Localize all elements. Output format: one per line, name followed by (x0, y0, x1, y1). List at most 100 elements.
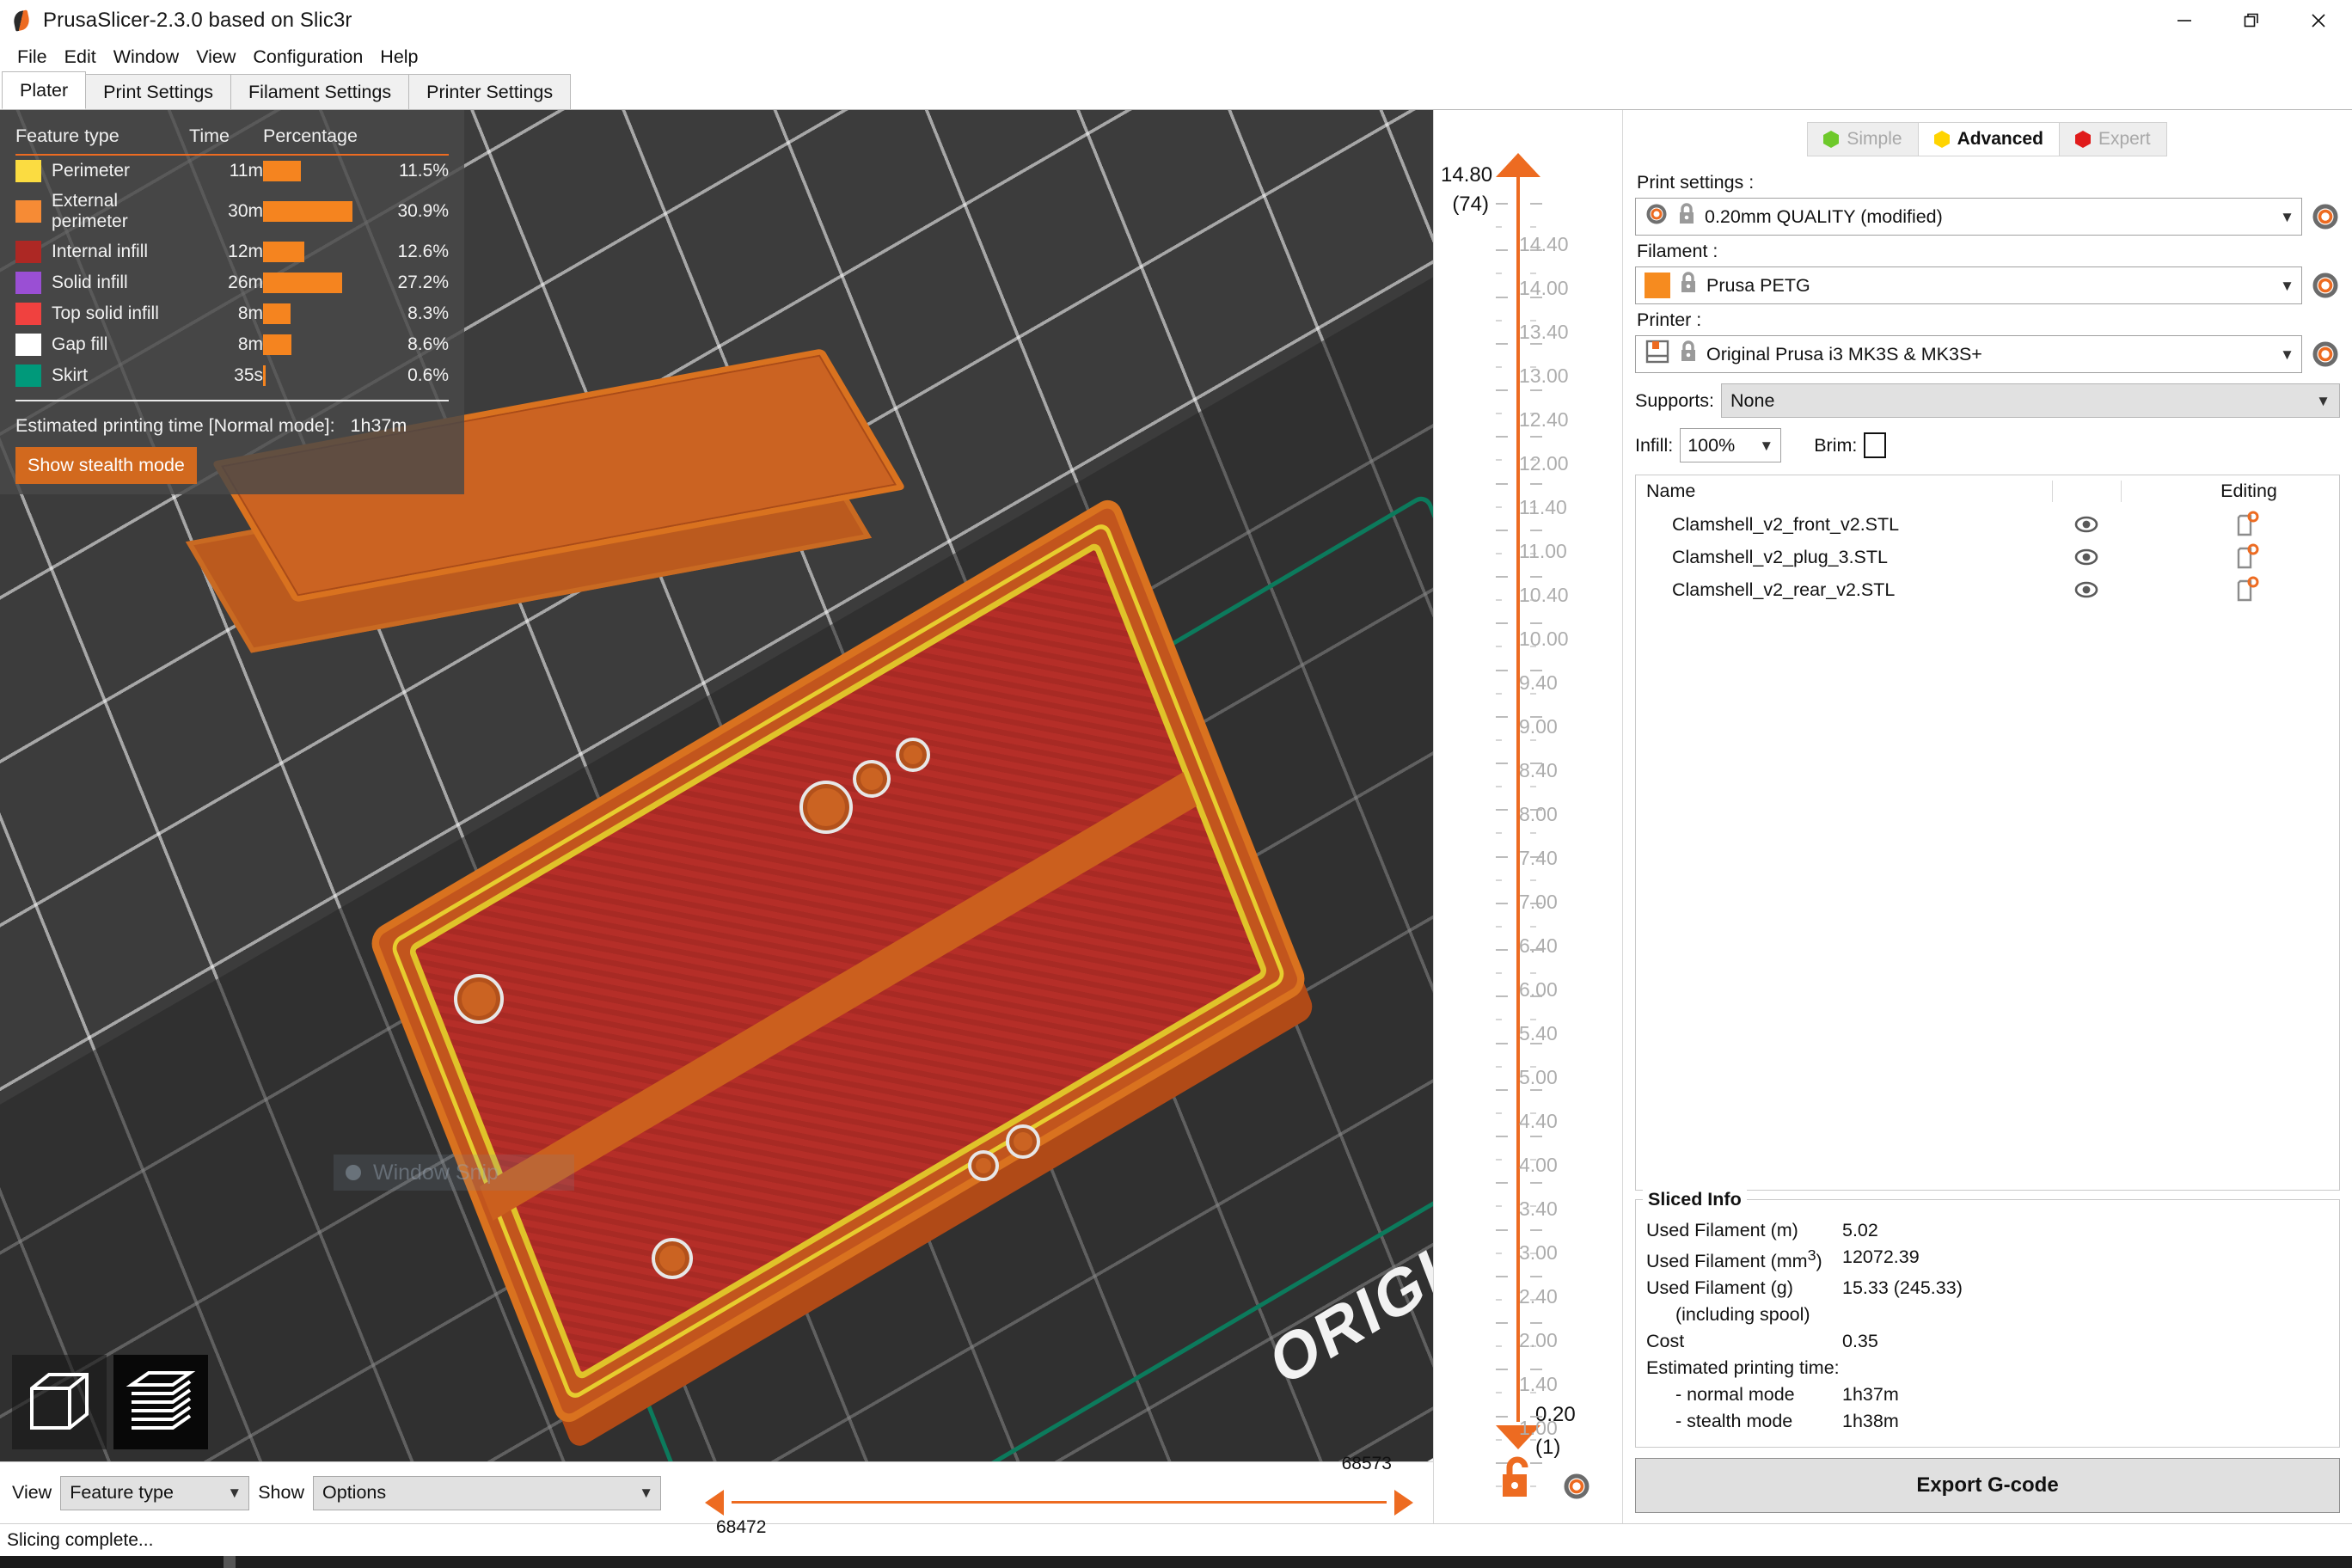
prusaslicer-window: PrusaSlicer-2.3.0 based on Slic3r File E… (0, 0, 2352, 1568)
prusa-logo-icon (10, 9, 33, 32)
menu-view[interactable]: View (187, 45, 244, 70)
layer-slider-tick-mark (1530, 1392, 1536, 1394)
show-options-select[interactable]: Options ▼ (313, 1475, 662, 1510)
layer-slider-upper-handle[interactable] (1496, 153, 1540, 177)
menu-window[interactable]: Window (105, 45, 187, 70)
legend-bar-external-perimeter (263, 201, 352, 222)
layer-slider-tick-mark (1530, 436, 1542, 438)
legend-row[interactable]: Internal infill 12m 12.6% (15, 236, 449, 267)
move-slider-track[interactable] (732, 1501, 1387, 1504)
layer-slider-tick-mark (1530, 1112, 1536, 1114)
tab-print-settings[interactable]: Print Settings (85, 74, 232, 109)
3d-editor-view-icon[interactable] (12, 1355, 107, 1449)
main-body: ORIGINAL 13 13 (0, 110, 2352, 1537)
object-list-row[interactable]: Clamshell_v2_plug_3.STL (1636, 541, 2339, 573)
legend-row[interactable]: External perimeter 30m 30.9% (15, 187, 449, 236)
legend-row[interactable]: Perimeter 11m 11.5% (15, 155, 449, 187)
layer-slider-tick-mark (1530, 1088, 1542, 1091)
layer-slider-tick-mark (1530, 529, 1542, 531)
view-label: View (12, 1482, 52, 1503)
move-slider-right-handle[interactable] (1394, 1490, 1413, 1516)
mode-expert-button[interactable]: Expert (2058, 122, 2167, 156)
layer-slider-tick-mark (1530, 459, 1536, 462)
menu-help[interactable]: Help (371, 45, 426, 70)
menu-configuration[interactable]: Configuration (244, 45, 371, 70)
eye-icon[interactable] (2052, 577, 2121, 603)
layer-slider-tick-mark (1496, 1252, 1502, 1254)
infill-select[interactable]: 100% ▼ (1680, 428, 1782, 462)
print-settings-select[interactable]: 0.20mm QUALITY (modified) ▼ (1635, 198, 2302, 236)
eye-icon[interactable] (2052, 544, 2121, 570)
view-type-select[interactable]: Feature type ▼ (60, 1475, 250, 1510)
layer-slider-tick-mark (1496, 1275, 1508, 1277)
right-side-panel: Simple Advanced Expert Print settings : (1622, 110, 2352, 1523)
sliced-model[interactable] (185, 348, 1433, 1461)
layer-slider-tick-mark (1530, 949, 1542, 952)
printer-edit-gear-icon[interactable] (2311, 340, 2340, 369)
legend-row[interactable]: Solid infill 26m 27.2% (15, 267, 449, 298)
legend-row[interactable]: Gap fill 8m 8.6% (15, 329, 449, 360)
layer-slider-tick-mark (1530, 622, 1542, 625)
model-boss-2 (853, 760, 891, 798)
layer-slider-tick-mark (1530, 505, 1536, 508)
menu-file[interactable]: File (9, 45, 56, 70)
layer-slider-tick-mark (1530, 1228, 1542, 1231)
status-message: Slicing complete... (7, 1529, 154, 1550)
layer-slider-gear-icon[interactable] (1561, 1471, 1592, 1506)
os-taskbar (0, 1556, 2352, 1568)
print-settings-edit-gear-icon[interactable] (2311, 202, 2340, 231)
sliced-info-row: (including spool) (1646, 1302, 2329, 1328)
layer-slider-tick-label: 2.00 (1519, 1329, 1558, 1352)
layer-slider-tick-mark (1530, 832, 1536, 835)
move-slider-high-value: 68573 (1341, 1454, 1392, 1473)
supports-select[interactable]: None ▼ (1721, 383, 2340, 418)
minimize-icon[interactable] (2151, 0, 2218, 41)
unlocked-padlock-icon[interactable] (1499, 1455, 1535, 1504)
legend-row[interactable]: Top solid infill 8m 8.3% (15, 298, 449, 329)
mode-advanced-button[interactable]: Advanced (1917, 122, 2060, 156)
infill-value: 100% (1687, 434, 1736, 456)
object-list-row[interactable]: Clamshell_v2_front_v2.STL (1636, 508, 2339, 541)
legend-bar-internal-infill (263, 242, 304, 262)
layer-slider-tick-label: 3.40 (1519, 1197, 1558, 1221)
layer-slider-tick-mark (1530, 342, 1542, 345)
export-gcode-button[interactable]: Export G-code (1635, 1458, 2340, 1513)
screen-snip-watermark: Window Snip (334, 1155, 574, 1191)
close-icon[interactable] (2285, 0, 2352, 41)
infill-brim-row: Infill: 100% ▼ Brim: (1635, 428, 2340, 462)
layer-slider[interactable]: 14.80 (74) 0.20 (1) 14.40 14.00 13.40 13.00… (1433, 110, 1622, 1523)
move-slider-left-handle[interactable] (705, 1490, 724, 1516)
view-mode-toolbar (12, 1355, 208, 1449)
mode-simple-button[interactable]: Simple (1807, 122, 1919, 156)
print-settings-gear-icon (1645, 202, 1669, 231)
supports-label: Supports: (1635, 389, 1715, 411)
layer-slider-tick-mark (1530, 1182, 1542, 1185)
object-settings-icon[interactable] (2159, 543, 2339, 571)
taskbar-segment (236, 1556, 2352, 1568)
object-list-row[interactable]: Clamshell_v2_rear_v2.STL (1636, 573, 2339, 606)
object-settings-icon[interactable] (2159, 511, 2339, 538)
printer-select[interactable]: Original Prusa i3 MK3S & MK3S+ ▼ (1635, 335, 2302, 373)
layer-slider-tick-mark (1530, 809, 1542, 812)
brim-checkbox[interactable] (1864, 432, 1887, 458)
tab-plater[interactable]: Plater (2, 71, 87, 109)
maximize-icon[interactable] (2218, 0, 2285, 41)
move-range-slider[interactable]: 68472 68573 (701, 1454, 1418, 1537)
object-settings-icon[interactable] (2159, 576, 2339, 603)
sliced-info-value (1842, 1304, 2329, 1326)
tab-printer-settings[interactable]: Printer Settings (408, 74, 572, 109)
show-stealth-mode-button[interactable]: Show stealth mode (15, 447, 197, 484)
layer-slider-tick-mark (1496, 576, 1508, 579)
tab-filament-settings[interactable]: Filament Settings (230, 74, 410, 109)
preview-layers-icon[interactable] (113, 1355, 208, 1449)
layer-slider-tick-mark (1496, 786, 1502, 788)
model-boss-7 (652, 1238, 693, 1279)
legend-row[interactable]: Skirt 35s 0.6% (15, 360, 449, 391)
filament-edit-gear-icon[interactable] (2311, 271, 2340, 300)
filament-select[interactable]: Prusa PETG ▼ (1635, 266, 2302, 304)
3d-viewport[interactable]: ORIGINAL 13 13 (0, 110, 1433, 1461)
legend-time-top-solid-infill: 8m (237, 303, 263, 323)
menu-edit[interactable]: Edit (56, 45, 105, 70)
layer-slider-tick-label: 6.00 (1519, 978, 1558, 1001)
eye-icon[interactable] (2052, 511, 2121, 537)
